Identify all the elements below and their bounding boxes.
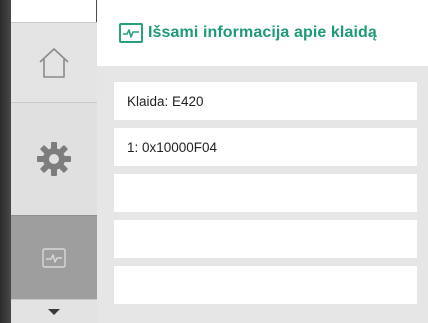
pulse-monitor-icon — [42, 247, 66, 268]
chevron-down-icon — [47, 308, 61, 316]
list-item[interactable] — [114, 266, 417, 304]
sidebar-item-diagnostics[interactable] — [11, 215, 97, 299]
list-item[interactable]: Klaida: E420 — [114, 82, 417, 120]
list-item[interactable]: 1: 0x10000F04 — [114, 128, 417, 166]
page-title: Išsami informacija apie klaidą — [148, 24, 377, 41]
sidebar-scroll-down[interactable] — [11, 299, 97, 323]
sidebar-item-settings[interactable] — [11, 102, 97, 215]
device-bezel — [0, 0, 11, 323]
sidebar-item-home[interactable] — [11, 22, 97, 102]
pulse-monitor-icon — [119, 23, 143, 43]
main-panel: Išsami informacija apie klaidą Klaida: E… — [97, 0, 428, 323]
list-item[interactable] — [114, 174, 417, 212]
page-header: Išsami informacija apie klaidą — [97, 0, 428, 66]
list-item[interactable] — [114, 220, 417, 258]
sidebar-menu — [11, 0, 97, 323]
gear-icon — [36, 141, 72, 177]
error-details-list: Klaida: E420 1: 0x10000F04 — [97, 66, 428, 323]
home-icon — [37, 47, 71, 79]
